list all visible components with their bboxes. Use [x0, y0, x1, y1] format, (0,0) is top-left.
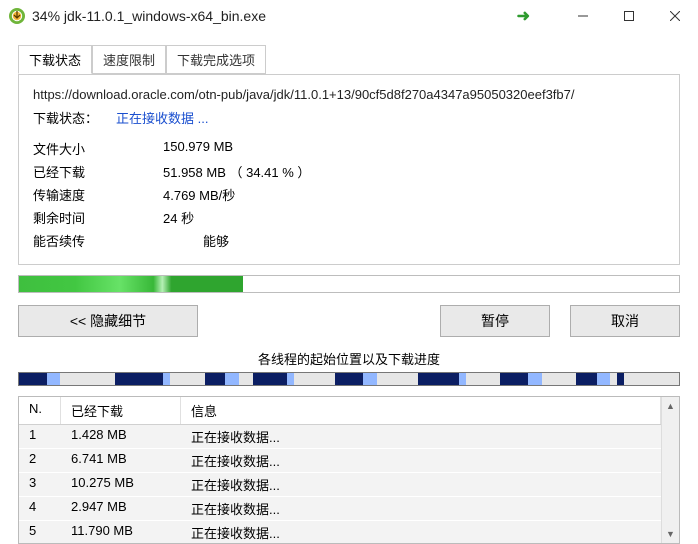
col-header-info[interactable]: 信息	[181, 397, 661, 424]
pause-button[interactable]: 暂停	[440, 305, 550, 337]
minimize-button[interactable]	[560, 0, 606, 32]
downloaded-label: 已经下载	[33, 162, 163, 181]
cell-info: 正在接收数据...	[181, 521, 661, 543]
speed-label: 传输速度	[33, 185, 163, 204]
table-row[interactable]: 11.428 MB正在接收数据...	[19, 425, 661, 449]
download-url: https://download.oracle.com/otn-pub/java…	[33, 87, 665, 102]
speed-value: 4.769 MB/秒	[163, 185, 665, 204]
cancel-button[interactable]: 取消	[570, 305, 680, 337]
hide-details-button[interactable]: << 隐藏细节	[18, 305, 198, 337]
status-line: 下载状态： 正在接收数据 ...	[33, 108, 665, 127]
transfer-arrow-icon: ➜	[507, 6, 560, 26]
button-row: << 隐藏细节 暂停 取消	[18, 305, 680, 337]
tab-on-complete[interactable]: 下载完成选项	[166, 45, 266, 74]
stats-table: 文件大小 150.979 MB 已经下载 51.958 MB （ 34.41 %…	[33, 139, 665, 250]
col-header-n[interactable]: N.	[19, 397, 61, 424]
file-size-label: 文件大小	[33, 139, 163, 158]
thread-map	[18, 372, 680, 386]
remaining-label: 剩余时间	[33, 208, 163, 227]
status-label: 下载状态：	[33, 108, 98, 127]
thread-table: N. 已经下载 信息 11.428 MB正在接收数据...26.741 MB正在…	[18, 396, 680, 544]
cell-n: 3	[19, 473, 61, 496]
cell-info: 正在接收数据...	[181, 425, 661, 448]
download-status-panel: https://download.oracle.com/otn-pub/java…	[18, 74, 680, 265]
cell-downloaded: 6.741 MB	[61, 449, 181, 472]
cell-downloaded: 10.275 MB	[61, 473, 181, 496]
title-bar: 34% jdk-11.0.1_windows-x64_bin.exe ➜	[0, 0, 698, 32]
cell-downloaded: 11.790 MB	[61, 521, 181, 543]
file-size-value: 150.979 MB	[163, 139, 665, 158]
progress-bar	[18, 275, 680, 293]
cell-info: 正在接收数据...	[181, 497, 661, 520]
resumable-value: 能够	[163, 231, 665, 250]
resumable-label: 能否续传	[33, 231, 163, 250]
cell-downloaded: 1.428 MB	[61, 425, 181, 448]
downloaded-value: 51.958 MB （ 34.41 % ）	[163, 162, 665, 181]
threads-title: 各线程的起始位置以及下载进度	[0, 349, 698, 368]
maximize-button[interactable]	[606, 0, 652, 32]
close-button[interactable]	[652, 0, 698, 32]
vertical-scrollbar[interactable]: ▲ ▼	[661, 397, 679, 543]
table-row[interactable]: 26.741 MB正在接收数据...	[19, 449, 661, 473]
scroll-down-icon[interactable]: ▼	[662, 525, 679, 543]
window-title: 34% jdk-11.0.1_windows-x64_bin.exe	[32, 8, 507, 24]
cell-n: 2	[19, 449, 61, 472]
cell-info: 正在接收数据...	[181, 449, 661, 472]
cell-downloaded: 2.947 MB	[61, 497, 181, 520]
tab-download-status[interactable]: 下载状态	[18, 45, 92, 74]
cell-n: 4	[19, 497, 61, 520]
thread-table-header: N. 已经下载 信息	[19, 397, 661, 425]
table-row[interactable]: 42.947 MB正在接收数据...	[19, 497, 661, 521]
table-row[interactable]: 310.275 MB正在接收数据...	[19, 473, 661, 497]
tab-strip: 下载状态 速度限制 下载完成选项	[0, 32, 698, 74]
col-header-downloaded[interactable]: 已经下载	[61, 397, 181, 424]
table-row[interactable]: 511.790 MB正在接收数据...	[19, 521, 661, 543]
status-value: 正在接收数据 ...	[116, 108, 208, 127]
cell-n: 1	[19, 425, 61, 448]
scroll-track[interactable]	[662, 415, 679, 525]
scroll-up-icon[interactable]: ▲	[662, 397, 679, 415]
cell-info: 正在接收数据...	[181, 473, 661, 496]
cell-n: 5	[19, 521, 61, 543]
progress-fill	[19, 276, 243, 292]
remaining-value: 24 秒	[163, 208, 665, 227]
tab-speed-limit[interactable]: 速度限制	[92, 45, 166, 74]
app-icon	[8, 7, 26, 25]
